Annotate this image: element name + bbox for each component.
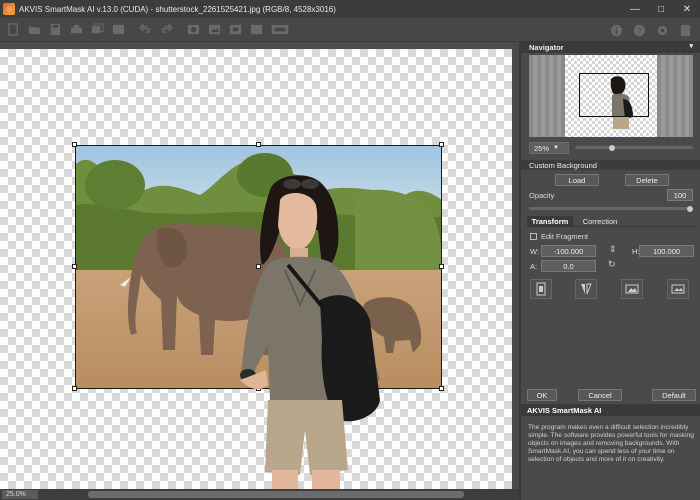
delete-button[interactable]: Delete bbox=[625, 174, 669, 186]
window-title: AKVIS SmartMask AI v.13.0 (CUDA) - shutt… bbox=[19, 4, 336, 14]
status-bar: 25.0% bbox=[0, 489, 519, 500]
undo-icon[interactable] bbox=[136, 22, 154, 38]
feed-icon[interactable] bbox=[676, 22, 694, 38]
width-label: W: bbox=[530, 247, 540, 256]
maximize-button[interactable]: □ bbox=[648, 0, 674, 18]
background-icon[interactable] bbox=[247, 22, 265, 38]
flip-horizontal-icon[interactable] bbox=[575, 279, 597, 299]
foreground-subject bbox=[240, 175, 380, 490]
resize-handle-right[interactable] bbox=[439, 264, 444, 269]
width-field[interactable]: -100.000 bbox=[541, 245, 596, 257]
batch-icon[interactable] bbox=[88, 22, 106, 38]
toolbar: ? bbox=[0, 18, 700, 42]
help-description: The program makes even a difficult selec… bbox=[528, 424, 694, 463]
navigator-header[interactable]: Navigator ▾ bbox=[521, 42, 700, 53]
gpu-icon[interactable] bbox=[268, 22, 292, 38]
opacity-slider[interactable] bbox=[529, 207, 693, 210]
zoom-select[interactable]: 25% ▼ bbox=[529, 142, 569, 154]
settings-icon[interactable] bbox=[653, 22, 671, 38]
transform-icon[interactable] bbox=[226, 22, 244, 38]
new-icon[interactable] bbox=[4, 22, 22, 38]
title-bar: AKVIS SmartMask AI v.13.0 (CUDA) - shutt… bbox=[0, 0, 700, 18]
tab-bar: Transform Correction bbox=[527, 216, 697, 227]
tab-transform[interactable]: Transform bbox=[527, 216, 573, 227]
custom-background-header: Custom Background bbox=[521, 160, 700, 170]
fit-height-icon[interactable] bbox=[530, 279, 552, 299]
zoom-slider[interactable] bbox=[575, 146, 693, 149]
opacity-field[interactable]: 100 bbox=[667, 189, 693, 201]
mask-icon[interactable] bbox=[184, 22, 202, 38]
redo-icon[interactable] bbox=[157, 22, 175, 38]
zoom-slider-knob[interactable] bbox=[609, 145, 615, 151]
help-icon[interactable]: ? bbox=[630, 22, 648, 38]
angle-field[interactable]: 0.0 bbox=[541, 260, 596, 272]
print-icon[interactable] bbox=[67, 22, 85, 38]
fill-canvas-icon[interactable] bbox=[667, 279, 689, 299]
resize-handle-top-right[interactable] bbox=[439, 142, 444, 147]
settings-panel: Navigator ▾ 25% ▼ Custom Background Load … bbox=[519, 42, 700, 500]
edit-fragment-label: Edit Fragment bbox=[541, 232, 589, 241]
default-button[interactable]: Default bbox=[652, 389, 696, 401]
opacity-slider-knob[interactable] bbox=[687, 206, 693, 212]
resize-handle-top-left[interactable] bbox=[72, 142, 77, 147]
fit-width-icon[interactable] bbox=[621, 279, 643, 299]
edit-fragment-checkbox[interactable] bbox=[530, 233, 537, 240]
cancel-button[interactable]: Cancel bbox=[578, 389, 622, 401]
chevron-down-icon[interactable]: ▾ bbox=[689, 42, 693, 50]
close-button[interactable]: ✕ bbox=[674, 0, 700, 18]
resize-handle-top[interactable] bbox=[256, 142, 261, 147]
height-field[interactable]: 100.000 bbox=[639, 245, 694, 257]
resize-handle-bottom-left[interactable] bbox=[72, 386, 77, 391]
resize-handle-left[interactable] bbox=[72, 264, 77, 269]
resize-handle-bottom-right[interactable] bbox=[439, 386, 444, 391]
opacity-label: Opacity bbox=[529, 191, 555, 200]
cutout-icon[interactable] bbox=[205, 22, 223, 38]
ok-button[interactable]: OK bbox=[527, 389, 557, 401]
angle-label: A: bbox=[530, 262, 538, 271]
svg-text:?: ? bbox=[637, 25, 642, 35]
navigator-view-frame[interactable] bbox=[579, 73, 649, 117]
horizontal-scrollbar[interactable] bbox=[88, 491, 464, 498]
load-button[interactable]: Load bbox=[555, 174, 599, 186]
navigator-title: Navigator bbox=[529, 43, 564, 52]
navigator-preview[interactable] bbox=[529, 55, 693, 137]
app-logo-icon bbox=[3, 3, 15, 15]
info-icon[interactable] bbox=[607, 22, 625, 38]
link-proportions-icon[interactable]: ⇕ bbox=[609, 244, 617, 255]
tab-correction[interactable]: Correction bbox=[577, 216, 623, 227]
share-icon[interactable] bbox=[109, 22, 127, 38]
save-icon[interactable] bbox=[46, 22, 64, 38]
open-icon[interactable] bbox=[25, 22, 43, 38]
help-title: AKVIS SmartMask AI bbox=[521, 404, 700, 416]
zoom-level-status: 25.0% bbox=[2, 490, 38, 499]
vertical-scrollbar[interactable] bbox=[512, 42, 519, 489]
reset-rotation-icon[interactable]: ↻ bbox=[608, 259, 616, 270]
minimize-button[interactable]: — bbox=[622, 0, 648, 18]
